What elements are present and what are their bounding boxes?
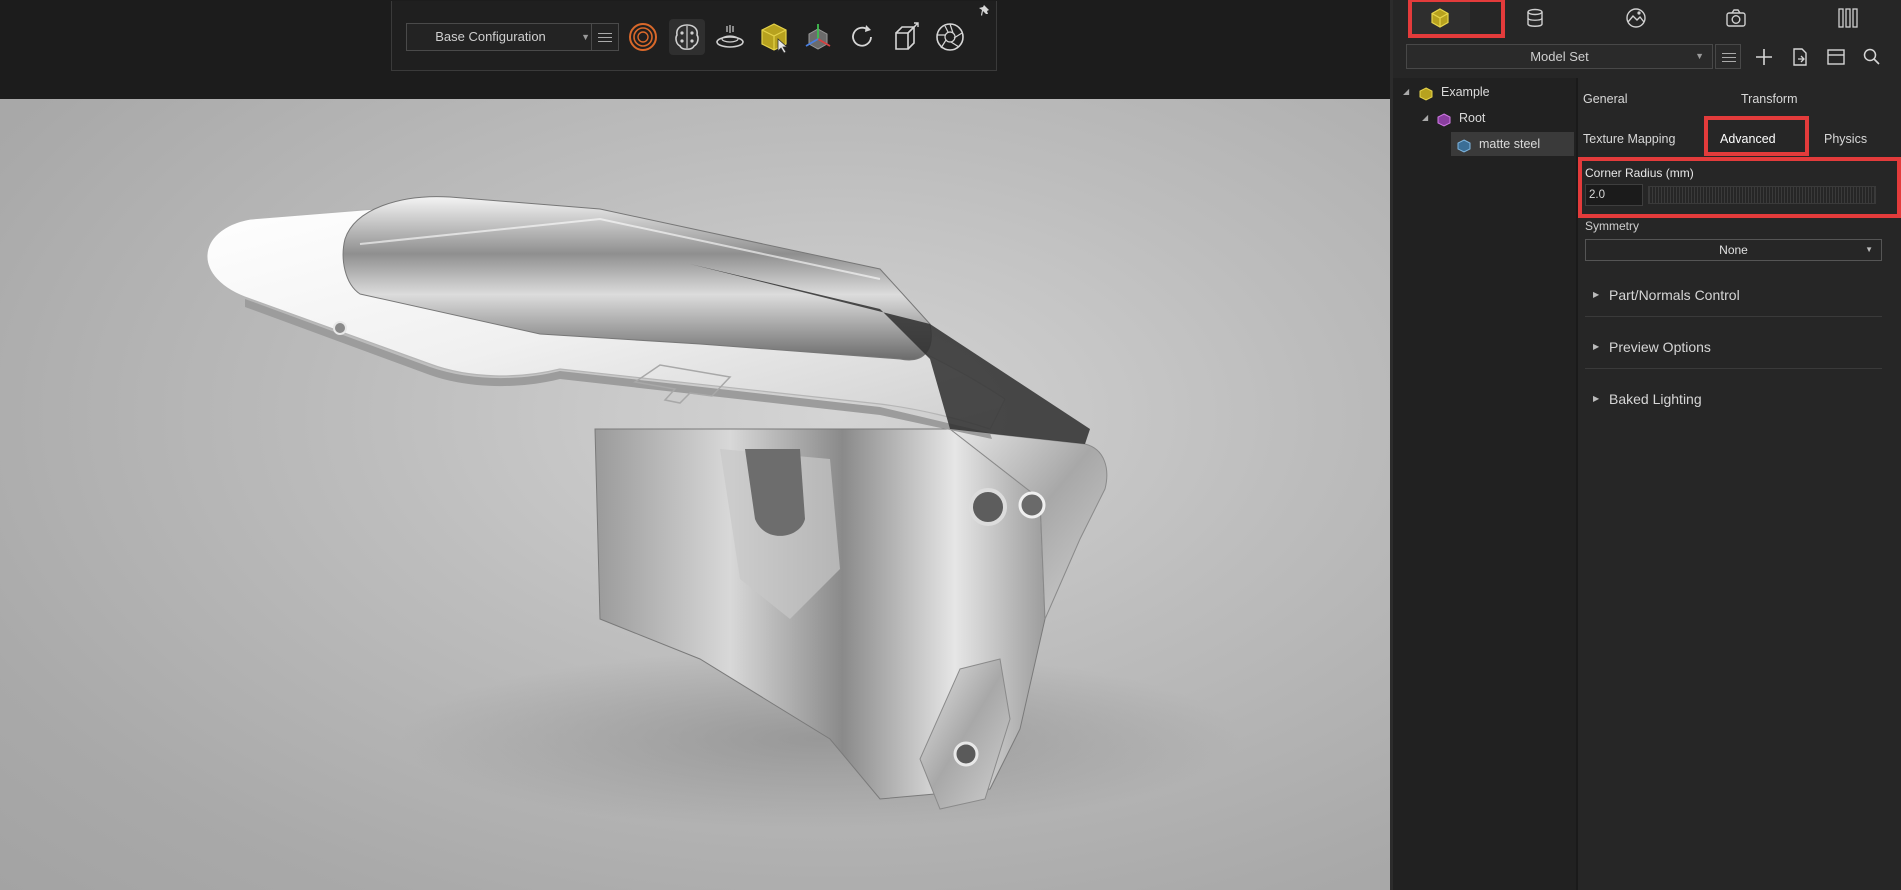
cube-select-icon[interactable]	[756, 19, 792, 55]
pin-icon[interactable]	[978, 3, 994, 19]
symmetry-value: None	[1719, 243, 1748, 257]
expand-arrow-icon: ▶	[1593, 394, 1600, 403]
aperture-icon[interactable]	[932, 19, 968, 55]
layout-icon[interactable]	[1825, 46, 1847, 68]
chevron-down-icon: ▼	[581, 32, 590, 42]
chevron-down-icon: ▼	[1865, 245, 1873, 254]
search-icon[interactable]	[1861, 46, 1883, 68]
right-panel: Model Set ▼ ◢ Example ◢ Root matte steel…	[1393, 0, 1901, 890]
model-set-list-button[interactable]	[1715, 44, 1741, 69]
scene-tree: ◢ Example ◢ Root matte steel	[1393, 78, 1576, 890]
model-node-icon	[1419, 85, 1433, 101]
expand-arrow-icon: ▶	[1593, 342, 1600, 351]
cube-resize-icon[interactable]	[888, 19, 924, 55]
group-node-icon	[1437, 111, 1451, 127]
part-node-icon	[1457, 137, 1471, 153]
section-title: Part/Normals Control	[1609, 287, 1740, 303]
expand-arrow-icon: ▶	[1593, 290, 1600, 299]
viewport-toolbar: Base Configuration ▼	[391, 1, 997, 71]
environment-tab-icon[interactable]	[1611, 0, 1661, 36]
expand-arrow-icon[interactable]: ◢	[1422, 106, 1428, 130]
tab-advanced[interactable]: Advanced	[1720, 132, 1776, 146]
3d-viewport[interactable]	[0, 99, 1390, 890]
configuration-dropdown[interactable]: Base Configuration ▼	[406, 23, 599, 51]
section-title: Baked Lighting	[1609, 391, 1702, 407]
symmetry-dropdown[interactable]: None ▼	[1585, 239, 1882, 261]
model-tab-icon[interactable]	[1410, 0, 1470, 36]
model-set-label: Model Set	[1530, 49, 1589, 64]
symmetry-label: Symmetry	[1585, 219, 1639, 233]
tree-item-root[interactable]: ◢ Root	[1393, 106, 1576, 130]
section-baked-lighting[interactable]: ▶ Baked Lighting	[1585, 380, 1882, 420]
panel-tabs	[1393, 0, 1901, 38]
render-target-icon[interactable]	[625, 19, 661, 55]
chevron-down-icon: ▼	[1695, 51, 1704, 61]
tree-item-example[interactable]: ◢ Example	[1393, 80, 1576, 104]
material-tab-icon[interactable]	[1510, 0, 1560, 36]
configuration-list-button[interactable]	[591, 23, 619, 51]
add-icon[interactable]	[1753, 46, 1775, 68]
model-set-dropdown[interactable]: Model Set ▼	[1406, 44, 1713, 69]
corner-radius-input[interactable]	[1585, 184, 1643, 206]
tree-item-label: Root	[1459, 111, 1486, 125]
section-preview-options[interactable]: ▶ Preview Options	[1585, 328, 1882, 369]
top-bar: Base Configuration ▼	[0, 0, 1390, 99]
tab-physics[interactable]: Physics	[1824, 132, 1867, 146]
brain-icon[interactable]	[669, 19, 705, 55]
configuration-label: Base Configuration	[435, 29, 546, 44]
tab-texture-mapping[interactable]: Texture Mapping	[1583, 132, 1675, 146]
axis-gizmo-icon[interactable]	[800, 19, 836, 55]
tab-transform[interactable]: Transform	[1741, 92, 1798, 106]
section-title: Preview Options	[1609, 339, 1711, 355]
tree-item-label: Example	[1441, 85, 1490, 99]
properties-panel: General Transform Texture Mapping Advanc…	[1578, 78, 1901, 890]
library-tab-icon[interactable]	[1823, 0, 1873, 36]
import-file-icon[interactable]	[1789, 46, 1811, 68]
section-part-normals-control[interactable]: ▶ Part/Normals Control	[1585, 276, 1882, 317]
camera-tab-icon[interactable]	[1711, 0, 1761, 36]
tab-general[interactable]: General	[1583, 92, 1627, 106]
rendered-model	[206, 196, 1240, 829]
tree-item-matte-steel[interactable]: matte steel	[1451, 132, 1574, 156]
model-set-row: Model Set ▼	[1393, 44, 1901, 70]
refresh-icon[interactable]	[844, 19, 880, 55]
corner-radius-label: Corner Radius (mm)	[1585, 166, 1694, 180]
tree-item-label: matte steel	[1479, 137, 1541, 151]
turntable-icon[interactable]	[712, 19, 748, 55]
expand-arrow-icon[interactable]: ◢	[1403, 80, 1409, 104]
corner-radius-slider[interactable]	[1648, 186, 1876, 204]
